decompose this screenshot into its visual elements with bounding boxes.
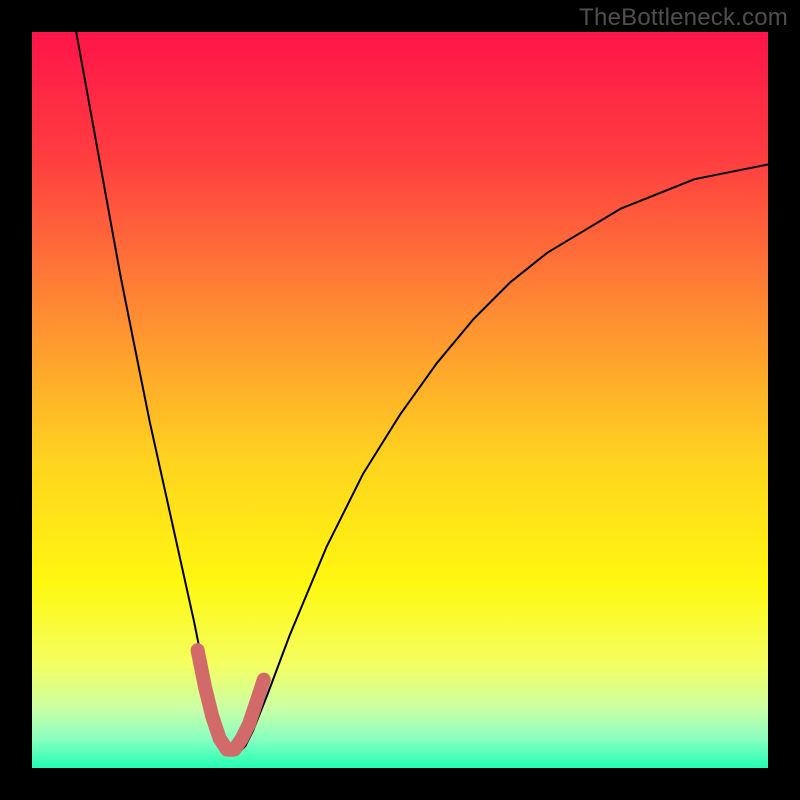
- attribution-text: TheBottleneck.com: [579, 4, 788, 32]
- chart-container: TheBottleneck.com: [0, 0, 800, 800]
- gradient-background: [32, 32, 768, 768]
- bottleneck-curve-plot: [32, 32, 768, 768]
